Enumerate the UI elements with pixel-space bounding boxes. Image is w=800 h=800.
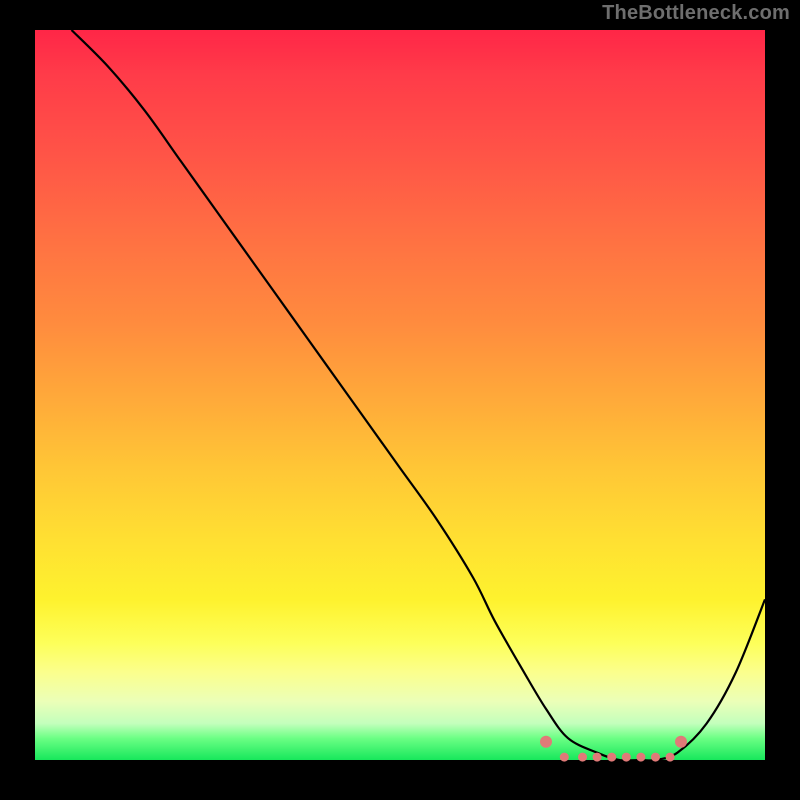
chart-frame: TheBottleneck.com bbox=[0, 0, 800, 800]
valley-dot bbox=[666, 753, 675, 762]
valley-dot bbox=[675, 736, 687, 748]
bottleneck-curve bbox=[35, 30, 765, 760]
valley-dot bbox=[622, 753, 631, 762]
valley-dot bbox=[540, 736, 552, 748]
valley-dot bbox=[636, 753, 645, 762]
valley-dot bbox=[593, 753, 602, 762]
valley-dot bbox=[651, 753, 660, 762]
valley-dot bbox=[578, 753, 587, 762]
attribution-text: TheBottleneck.com bbox=[602, 2, 790, 25]
valley-dot bbox=[607, 753, 616, 762]
valley-dot bbox=[560, 753, 569, 762]
curve-path bbox=[72, 30, 766, 761]
